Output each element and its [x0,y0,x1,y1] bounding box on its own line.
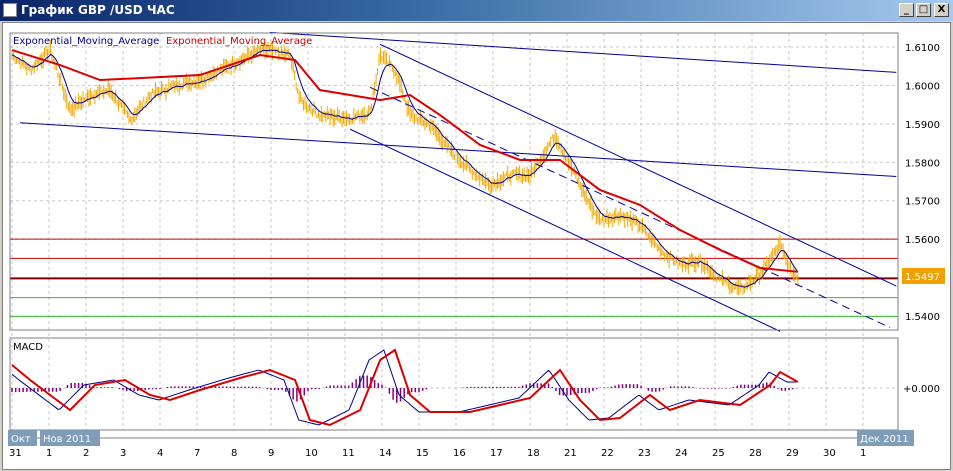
date-tick-label: 22 [601,448,614,459]
legend-ema-1: Exponential_Moving_Average [13,36,159,47]
date-tick-label: 8 [231,448,237,459]
date-tick-label: 1 [46,448,52,459]
macd-signal-line [11,348,799,427]
date-tick-label: 17 [490,448,503,459]
date-tick-label: 23 [638,448,651,459]
price-tick-label: 1.5700 [905,197,940,208]
ema-slow-line [11,49,798,273]
date-tick-label: 15 [416,448,429,459]
month-label-dec: Дек 2011 [860,434,909,445]
month-label-oct: Окт [11,434,31,445]
date-tick-label: 11 [342,448,355,459]
chart-svg[interactable]: Exponential_Moving_Average Exponential_M… [0,0,953,471]
macd-panel-frame [9,337,899,431]
trend-line [269,31,897,73]
month-label-nov: Нов 2011 [43,434,91,445]
date-tick-label: 28 [749,448,762,459]
date-tick-label: 14 [379,448,392,459]
legend-ema-2: Exponential_Moving_Average [166,36,312,47]
date-tick-label: 4 [157,448,163,459]
price-tick-label: 1.5400 [905,312,940,323]
macd-zero-label: +0.000 [903,384,940,395]
date-tick-label: 29 [786,448,799,459]
date-tick-label: 21 [564,448,577,459]
date-tick-label: 25 [712,448,725,459]
date-tick-label: 2 [83,448,89,459]
trend-line [20,122,897,178]
trend-line [379,43,897,287]
date-tick-label: 31 [9,448,22,459]
date-tick-label: 10 [305,448,318,459]
macd-label: MACD [13,342,43,353]
date-tick-label: 30 [823,448,836,459]
date-tick-label: 7 [194,448,200,459]
date-tick-label: 16 [453,448,466,459]
price-tick-label: 1.5600 [905,235,940,246]
date-tick-label: 3 [120,448,126,459]
date-tick-label: 9 [268,448,274,459]
ema-fast-line [11,49,799,288]
date-tick-label: 1 [860,448,866,459]
price-tick-label: 1.5800 [905,158,940,169]
price-tick-label: 1.5900 [905,120,940,131]
date-tick-label: 24 [675,448,688,459]
date-tick-label: 18 [527,448,540,459]
price-tick-label: 1.6100 [905,43,940,54]
price-tick-label: 1.6000 [905,81,940,92]
current-price-label: 1.5497 [905,272,940,283]
